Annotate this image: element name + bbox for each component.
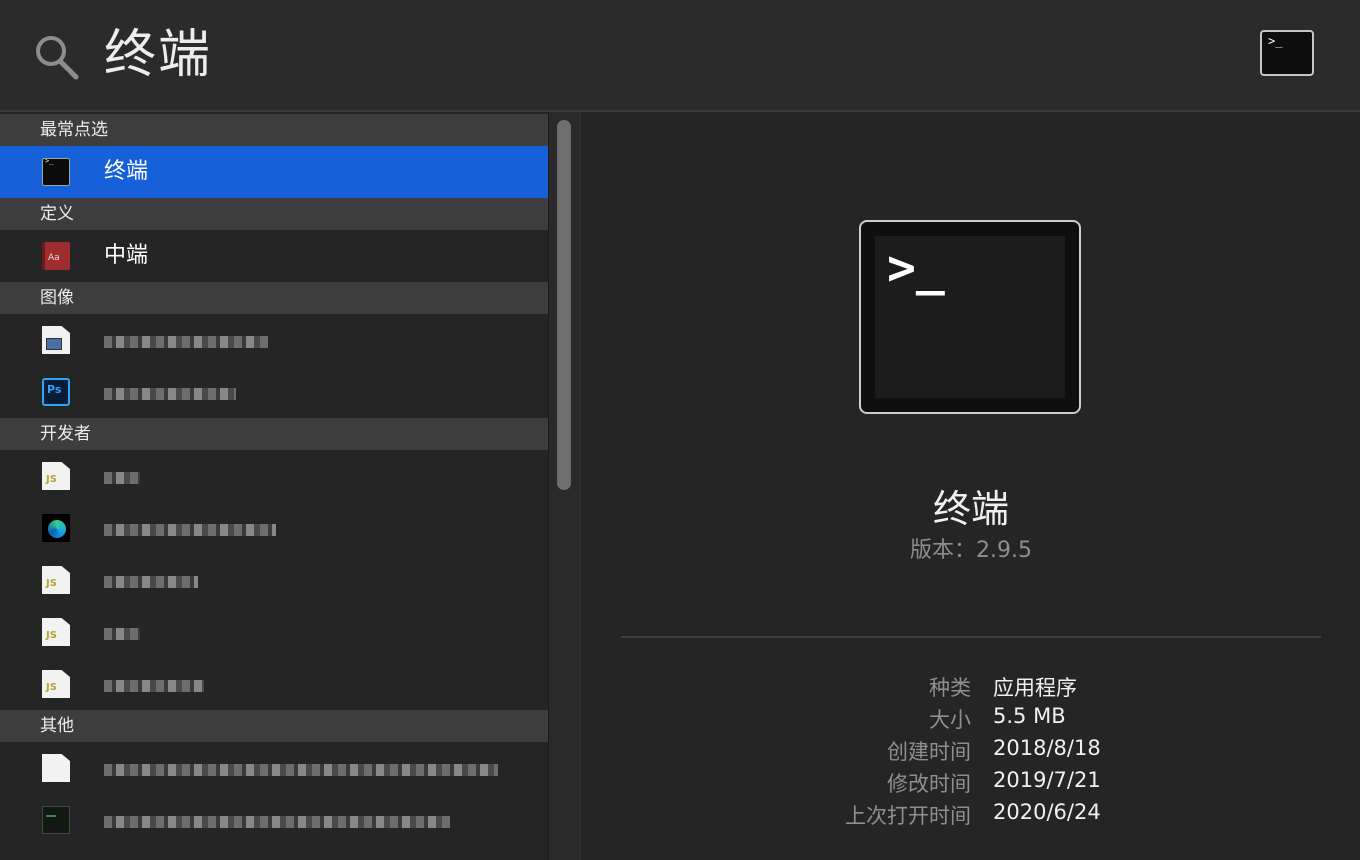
result-item-dev-4[interactable] xyxy=(0,606,548,658)
result-item-other-2[interactable] xyxy=(0,794,548,846)
result-item-dev-1[interactable] xyxy=(0,450,548,502)
edge-browser-icon xyxy=(42,514,70,542)
result-label: 中端 xyxy=(104,243,149,268)
terminal-icon: >_ xyxy=(1260,30,1314,76)
redacted-filename xyxy=(104,388,236,400)
preview-version: 版本：2.9.5 xyxy=(910,538,1032,563)
detail-row-modified: 修改时间 2019/7/21 xyxy=(581,768,1360,800)
section-header-top-hit: 最常点选 xyxy=(0,114,548,146)
result-item-image-1[interactable] xyxy=(0,314,548,366)
result-item-definition[interactable]: 中端 xyxy=(0,230,548,282)
divider xyxy=(621,636,1321,638)
detail-key: 修改时间 xyxy=(887,772,971,796)
preview-pane: >_ 终端 版本：2.9.5 种类 应用程序 大小 5.5 MB 创建时间 20… xyxy=(580,112,1360,860)
scroll-thumb[interactable] xyxy=(557,120,571,490)
detail-value: 5.5 MB xyxy=(993,704,1066,728)
search-bar[interactable]: 终端 >_ xyxy=(0,0,1360,112)
detail-value: 应用程序 xyxy=(993,676,1077,700)
results-scrollbar[interactable] xyxy=(548,112,580,860)
js-file-icon xyxy=(42,462,70,490)
detail-value: 2018/8/18 xyxy=(993,736,1101,760)
result-item-other-1[interactable] xyxy=(0,742,548,794)
js-file-icon xyxy=(42,566,70,594)
section-header-definition: 定义 xyxy=(0,198,548,230)
detail-key: 种类 xyxy=(929,676,971,700)
js-file-icon xyxy=(42,618,70,646)
detail-key: 大小 xyxy=(929,708,971,732)
redacted-filename xyxy=(104,524,276,536)
detail-row-created: 创建时间 2018/8/18 xyxy=(581,736,1360,768)
search-icon xyxy=(36,36,79,80)
results-list: 最常点选 终端 定义 中端 图像 开发者 xyxy=(0,112,548,860)
search-input[interactable]: 终端 xyxy=(104,20,212,90)
redacted-filename xyxy=(104,628,140,640)
result-item-dev-2[interactable] xyxy=(0,502,548,554)
terminal-icon: >_ xyxy=(859,220,1081,414)
section-header-other: 其他 xyxy=(0,710,548,742)
terminal-icon xyxy=(42,157,70,186)
redacted-filename xyxy=(104,336,268,348)
preview-app-name: 终端 xyxy=(932,487,1009,531)
spotlight-window: 终端 >_ 最常点选 终端 定义 中端 图像 开发者 xyxy=(0,0,1360,860)
console-icon xyxy=(42,806,70,834)
detail-row-size: 大小 5.5 MB xyxy=(581,704,1360,736)
section-header-images: 图像 xyxy=(0,282,548,314)
redacted-filename xyxy=(104,764,498,776)
redacted-filename xyxy=(104,680,204,692)
detail-value: 2019/7/21 xyxy=(993,768,1101,792)
detail-row-kind: 种类 应用程序 xyxy=(581,672,1360,704)
detail-key: 上次打开时间 xyxy=(845,804,971,828)
section-header-developer: 开发者 xyxy=(0,418,548,450)
document-icon xyxy=(42,754,70,782)
dictionary-icon xyxy=(42,242,70,270)
photoshop-file-icon xyxy=(42,378,70,406)
detail-key: 创建时间 xyxy=(887,740,971,764)
detail-value: 2020/6/24 xyxy=(993,800,1101,824)
redacted-filename xyxy=(104,576,198,588)
result-item-dev-3[interactable] xyxy=(0,554,548,606)
detail-row-last-opened: 上次打开时间 2020/6/24 xyxy=(581,800,1360,832)
image-file-icon xyxy=(42,326,70,354)
js-file-icon xyxy=(42,670,70,698)
result-item-terminal[interactable]: 终端 xyxy=(0,146,548,198)
result-item-image-2[interactable] xyxy=(0,366,548,418)
redacted-filename xyxy=(104,472,140,484)
result-item-dev-5[interactable] xyxy=(0,658,548,710)
redacted-filename xyxy=(104,816,450,828)
result-label: 终端 xyxy=(104,159,149,184)
